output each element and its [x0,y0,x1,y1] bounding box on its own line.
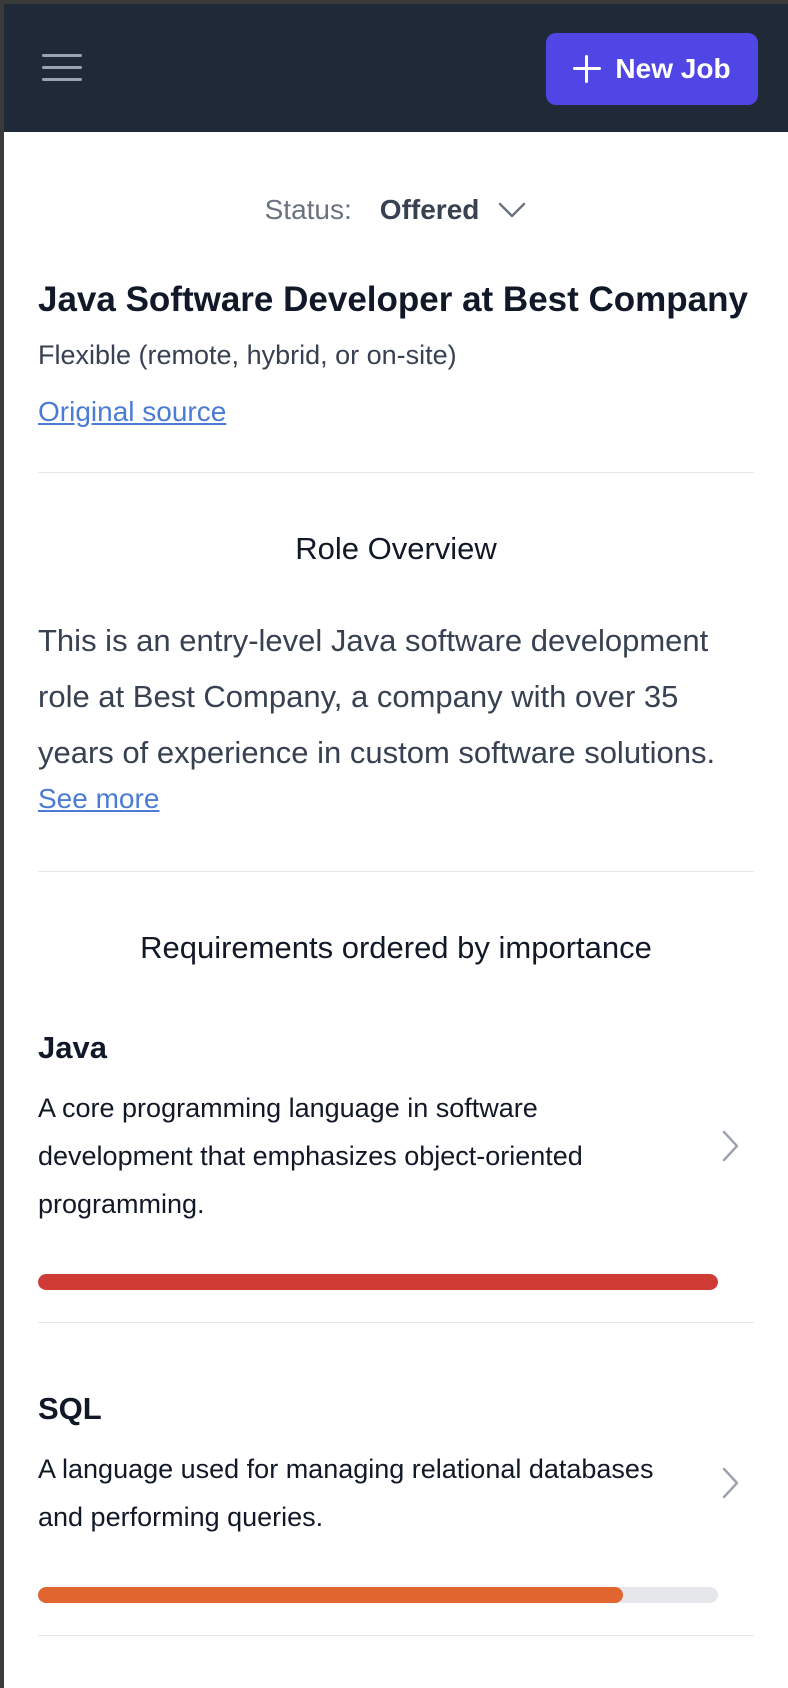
requirement-item-sql[interactable]: SQL A language used for managing relatio… [38,1389,754,1636]
requirement-name: SQL [38,1391,102,1426]
requirements-title: Requirements ordered by importance [140,930,652,965]
requirement-description: A language used for managing relational … [38,1454,654,1532]
job-detail: Status: Offered Java Software Developer … [4,132,788,1636]
job-title: Java Software Developer at Best Company [38,280,748,319]
divider [38,1635,754,1636]
divider [38,472,754,473]
plus-icon [573,55,602,83]
role-overview-text: This is an entry-level Java software dev… [38,623,716,770]
status-row: Status: Offered [38,132,754,288]
requirement-name: Java [38,1030,107,1065]
chevron-down-icon [499,202,526,218]
requirements-list: Java A core programming language in soft… [38,1028,754,1636]
chevron-right-icon [722,1467,739,1499]
status-label: Status: [264,194,352,225]
divider [38,1322,754,1323]
job-location: Flexible (remote, hybrid, or on-site) [38,340,457,370]
status-value: Offered [379,194,480,225]
chevron-right-icon [722,1130,739,1162]
hamburger-menu-icon[interactable] [42,54,82,84]
status-dropdown[interactable]: Offered [380,194,528,226]
see-more-link[interactable]: See more [38,783,159,815]
importance-bar [38,1587,718,1603]
new-job-button[interactable]: New Job [546,33,758,105]
role-overview-title: Role Overview [295,531,497,566]
top-bar: New Job [4,4,788,132]
requirement-item-java[interactable]: Java A core programming language in soft… [38,1028,754,1323]
importance-bar-fill [38,1587,623,1603]
app-frame: New Job Status: Offered Java Software De… [4,4,788,1688]
importance-bar-fill [38,1274,718,1290]
divider [38,871,754,872]
original-source-link[interactable]: Original source [38,396,226,428]
importance-bar [38,1274,718,1290]
new-job-label: New Job [615,53,731,84]
requirement-description: A core programming language in software … [38,1093,583,1219]
